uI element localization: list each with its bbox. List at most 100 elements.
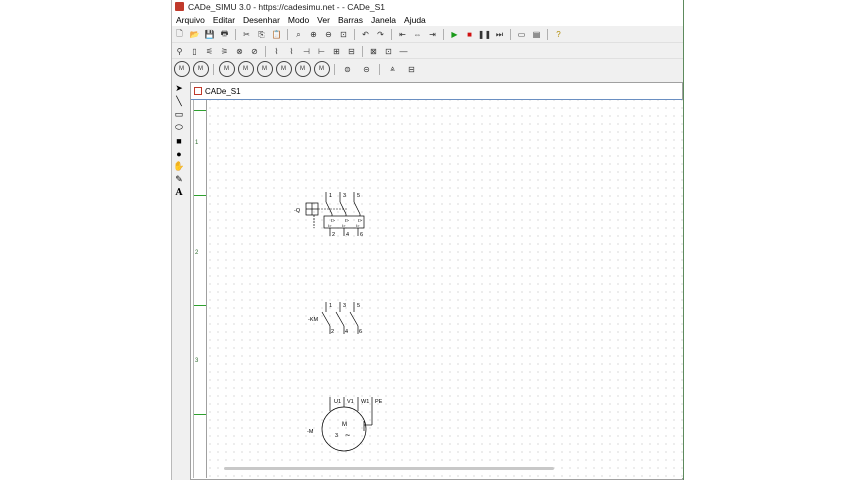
m-terminal-u1: U1: [334, 399, 341, 405]
q-terminal-6: 6: [360, 232, 363, 238]
menu-modo[interactable]: Modo: [284, 15, 313, 25]
filled-rect-tool-icon[interactable]: ■: [173, 134, 185, 147]
cut-icon[interactable]: ✂: [240, 28, 253, 41]
zoom-out-icon[interactable]: ⊖: [322, 28, 335, 41]
align-center-icon[interactable]: ⇔: [411, 28, 424, 41]
pause-icon[interactable]: ❚❚: [478, 28, 491, 41]
toolbar-separator: [287, 29, 288, 40]
window-list-icon[interactable]: ▤: [530, 28, 543, 41]
horizontal-scrollbar[interactable]: [224, 467, 554, 470]
component-tool-icon[interactable]: ⚞: [218, 45, 231, 58]
new-file-icon[interactable]: 🗋: [173, 28, 186, 41]
fill-tool-icon[interactable]: ✋: [173, 160, 185, 173]
menu-barras[interactable]: Barras: [334, 15, 367, 25]
window-icon[interactable]: ▭: [515, 28, 528, 41]
paste-icon[interactable]: 📋: [270, 28, 283, 41]
circuit-breaker-q[interactable]: -Q I> I> I> I> I> I> 1 3 5 2 4 6: [294, 190, 394, 250]
open-folder-icon[interactable]: 📂: [188, 28, 201, 41]
component-tool-icon[interactable]: ⚲: [173, 45, 186, 58]
standard-toolbar: 🗋 📂 💾 🖶 ✂ ⎘ 📋 ⌕ ⊕ ⊖ ⊡ ↶ ↷ ⇤ ⇔ ⇥ ▶ ■ ❚❚ ⏭ ▭ ▤?: [172, 27, 683, 42]
menu-desenhar[interactable]: Desenhar: [239, 15, 284, 25]
zoom-fit-icon[interactable]: ⊡: [337, 28, 350, 41]
step-icon[interactable]: ⏭: [493, 28, 506, 41]
ruler-line: [194, 414, 206, 415]
component-tool-icon[interactable]: ⊞: [330, 45, 343, 58]
toolbar-separator: [265, 45, 266, 57]
align-left-icon[interactable]: ⇤: [396, 28, 409, 41]
title-bar: CADe_SIMU 3.0 - https://cadesimu.net - -…: [172, 0, 683, 13]
motor-tool-icon[interactable]: M: [173, 61, 190, 77]
menu-editar[interactable]: Editar: [209, 15, 239, 25]
menu-arquivo[interactable]: Arquivo: [172, 15, 209, 25]
motor-tool-icon[interactable]: M: [275, 61, 292, 77]
components-toolbar: ⚲ ▯ ⚟ ⚞ ⊗ ⊘ ⌇ ⌇ ⊣ ⊢ ⊞ ⊟ ⊠ ⊡ —: [172, 42, 683, 59]
toolbar-separator: [547, 29, 548, 40]
component-tool-icon[interactable]: ⊡: [382, 45, 395, 58]
menu-ver[interactable]: Ver: [313, 15, 334, 25]
component-tool-icon[interactable]: ⊘: [248, 45, 261, 58]
motor-tool-icon[interactable]: ⊝: [359, 61, 375, 77]
motor-m[interactable]: -M U1 V1 W1 PE M 3 ~: [304, 395, 404, 465]
m-ac: ~: [345, 430, 350, 440]
row-ruler: 1 2 3: [194, 100, 207, 478]
save-icon[interactable]: 💾: [203, 28, 216, 41]
copy-icon[interactable]: ⎘: [255, 28, 268, 41]
km-terminal-1: 1: [329, 303, 332, 309]
motor-tool-icon[interactable]: ⊟: [404, 61, 420, 77]
toolbar-separator: [391, 29, 392, 40]
menu-bar: Arquivo Editar Desenhar Modo Ver Barras …: [172, 13, 683, 26]
component-tool-icon[interactable]: ⌇: [270, 45, 283, 58]
drawing-canvas[interactable]: 1 2 3 -Q I> I> I> I> I> I> 1 3 5 2 4 6 -…: [193, 100, 683, 478]
drawing-toolbar: ➤ ╲ ▭ ⬭ ■ ● ✋ ✎ A: [172, 82, 186, 212]
stop-icon[interactable]: ■: [463, 28, 476, 41]
motor-tool-icon[interactable]: ⊜: [340, 61, 356, 77]
pen-tool-icon[interactable]: ✎: [173, 173, 185, 186]
km-terminal-6: 6: [359, 329, 362, 335]
ruler-label-2: 2: [195, 250, 199, 256]
motor-tool-icon[interactable]: M: [218, 61, 235, 77]
document-title: CADe_S1: [205, 86, 241, 96]
text-tool-icon[interactable]: A: [173, 186, 185, 199]
zoom-icon[interactable]: ⌕: [292, 28, 305, 41]
svg-text:I>: I>: [331, 218, 335, 223]
svg-text:I>: I>: [328, 223, 332, 228]
component-tool-icon[interactable]: ⌇: [285, 45, 298, 58]
zoom-in-icon[interactable]: ⊕: [307, 28, 320, 41]
component-tool-icon[interactable]: —: [397, 45, 410, 58]
menu-janela[interactable]: Janela: [367, 15, 400, 25]
toolbar-separator: [443, 29, 444, 40]
motor-tool-icon[interactable]: M: [313, 61, 330, 77]
window-title: CADe_SIMU 3.0 - https://cadesimu.net - -…: [188, 1, 385, 12]
ruler-label-3: 3: [195, 358, 199, 364]
select-arrow-icon[interactable]: ➤: [173, 82, 185, 95]
rectangle-tool-icon[interactable]: ▭: [173, 108, 185, 121]
q-terminal-3: 3: [343, 193, 346, 199]
menu-ajuda[interactable]: Ajuda: [400, 15, 430, 25]
motor-tool-icon[interactable]: ⩓: [385, 61, 401, 77]
component-tool-icon[interactable]: ▯: [188, 45, 201, 58]
help-icon[interactable]: ?: [552, 28, 565, 41]
redo-icon[interactable]: ↷: [374, 28, 387, 41]
motor-tool-icon[interactable]: M: [192, 61, 209, 77]
rounded-rect-tool-icon[interactable]: ⬭: [173, 121, 185, 134]
component-tool-icon[interactable]: ⊢: [315, 45, 328, 58]
component-tool-icon[interactable]: ⊟: [345, 45, 358, 58]
print-icon[interactable]: 🖶: [218, 28, 231, 41]
component-tool-icon[interactable]: ⊠: [367, 45, 380, 58]
circle-tool-icon[interactable]: ●: [173, 147, 185, 160]
motor-tool-icon[interactable]: M: [294, 61, 311, 77]
align-right-icon[interactable]: ⇥: [426, 28, 439, 41]
km-terminal-3: 3: [343, 303, 346, 309]
motor-tool-icon[interactable]: M: [256, 61, 273, 77]
motor-tool-icon[interactable]: M: [237, 61, 254, 77]
undo-icon[interactable]: ↶: [359, 28, 372, 41]
play-icon[interactable]: ▶: [448, 28, 461, 41]
app-window: CADe_SIMU 3.0 - https://cadesimu.net - -…: [171, 0, 684, 480]
component-tool-icon[interactable]: ⚟: [203, 45, 216, 58]
document-icon: [194, 87, 202, 95]
component-tool-icon[interactable]: ⊣: [300, 45, 313, 58]
component-tool-icon[interactable]: ⊗: [233, 45, 246, 58]
line-tool-icon[interactable]: ╲: [173, 95, 185, 108]
contactor-km[interactable]: -KM 1 3 5 2 4 6: [294, 300, 394, 340]
km-terminal-4: 4: [345, 329, 348, 335]
